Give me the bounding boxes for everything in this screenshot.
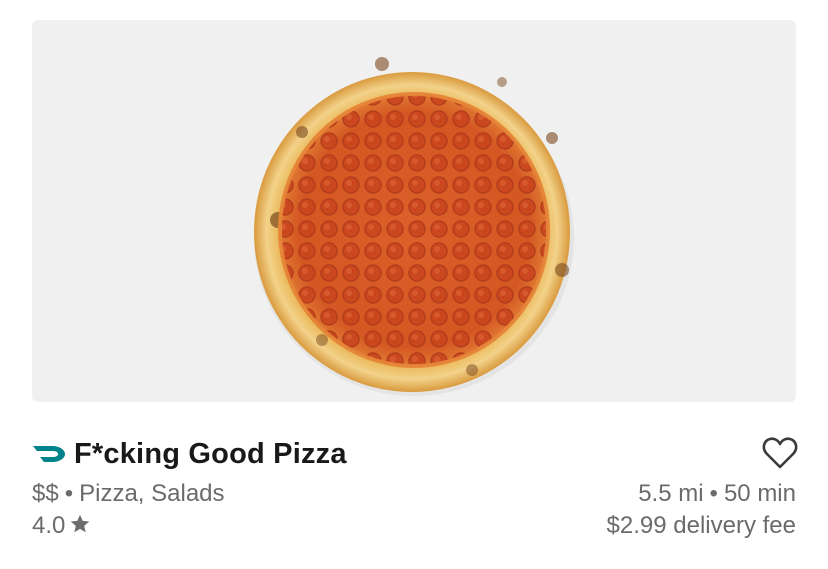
separator-dot: • bbox=[64, 480, 74, 507]
eta: 50 min bbox=[723, 480, 796, 507]
store-image[interactable] bbox=[32, 20, 796, 402]
star-icon bbox=[71, 514, 90, 533]
separator-dot: • bbox=[709, 480, 718, 507]
store-meta-right: 5.5 mi • 50 min $2.99 delivery fee bbox=[607, 478, 796, 542]
store-name[interactable]: F*cking Good Pizza bbox=[74, 438, 347, 471]
title-row: F*cking Good Pizza bbox=[32, 434, 347, 474]
distance: 5.5 mi bbox=[638, 480, 704, 507]
heart-icon[interactable] bbox=[762, 436, 798, 470]
price-cuisine-line: $$ • Pizza, Salads bbox=[32, 478, 225, 510]
delivery-fee: $2.99 delivery fee bbox=[606, 512, 796, 539]
dashpass-icon bbox=[33, 446, 65, 462]
cuisines: Pizza, Salads bbox=[79, 480, 225, 507]
rating-value: 4.0 bbox=[32, 512, 66, 539]
pizza-image bbox=[254, 57, 574, 396]
price-range: $$ bbox=[32, 480, 59, 507]
store-card[interactable]: F*cking Good Pizza $$ • Pizza, Salads 4.0 … bbox=[0, 0, 828, 569]
distance-eta-line: 5.5 mi • 50 min bbox=[607, 478, 796, 510]
rating-line: 4.0 bbox=[32, 510, 225, 542]
store-meta-left: $$ • Pizza, Salads 4.0 bbox=[32, 478, 225, 542]
